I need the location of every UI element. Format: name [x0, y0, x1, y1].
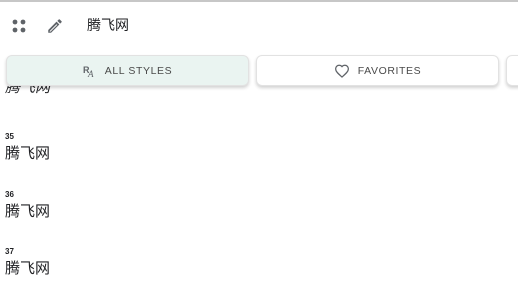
tab-favorites[interactable]: FAVORITES — [256, 55, 499, 86]
list-item[interactable]: 37 腾飞网 — [5, 247, 50, 278]
list-item[interactable]: 36 腾飞网 — [5, 190, 50, 221]
tab-favorites-label: FAVORITES — [357, 64, 422, 77]
top-bar: 腾飞网 — [0, 0, 518, 50]
style-weight-label: 37 — [5, 247, 14, 256]
style-weight-label: 35 — [5, 132, 14, 141]
svg-text:A: A — [87, 69, 94, 78]
style-weight-label: 36 — [5, 190, 14, 199]
style-sample: 腾飞网 — [5, 144, 51, 162]
style-sample-clipped[interactable]: 腾飞网 — [5, 86, 50, 97]
heart-icon — [334, 64, 349, 78]
drag-handle-icon[interactable] — [11, 18, 27, 34]
tab-more[interactable] — [506, 55, 518, 86]
pencil-icon[interactable] — [46, 17, 64, 35]
tab-all-styles-label: ALL STYLES — [104, 64, 173, 77]
list-item[interactable]: 35 腾飞网 — [5, 132, 50, 163]
tab-all-styles[interactable]: R A ALL STYLES — [6, 55, 249, 86]
style-sample: 腾飞网 — [5, 202, 51, 220]
font-styles-icon: R A — [83, 65, 94, 78]
style-sample: 腾飞网 — [5, 259, 51, 277]
style-list: 腾飞网 35 腾飞网 36 腾飞网 37 腾飞网 — [0, 86, 518, 295]
preview-text-field[interactable]: 腾飞网 — [87, 17, 129, 35]
